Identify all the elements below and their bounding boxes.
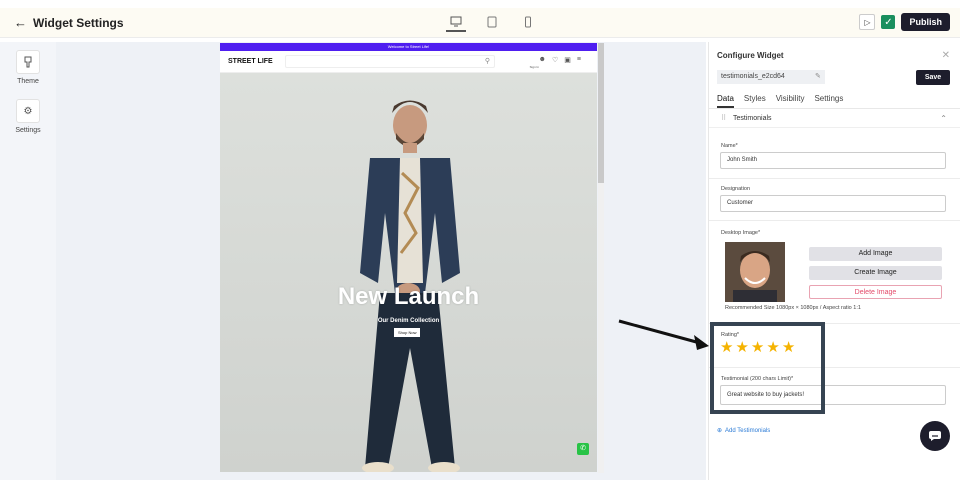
- highlight-box: [710, 322, 825, 414]
- publish-button[interactable]: Publish: [901, 13, 950, 31]
- device-switcher: [446, 12, 538, 32]
- close-icon[interactable]: ✕: [942, 50, 950, 61]
- user-icon[interactable]: ☻: [539, 56, 546, 64]
- desktop-view-icon[interactable]: [446, 12, 466, 32]
- site-preview: Welcome to Street Life! STREET LIFE ⚲ ☻ …: [220, 43, 597, 472]
- name-field[interactable]: John Smith: [720, 152, 946, 169]
- tab-visibility[interactable]: Visibility: [776, 94, 805, 108]
- testimonials-section-header[interactable]: ⠿ Testimonials ⌃: [709, 112, 960, 128]
- chevron-up-icon[interactable]: ⌃: [940, 114, 947, 123]
- whatsapp-icon[interactable]: ✆: [577, 443, 589, 455]
- annotation-arrow-icon: [618, 319, 709, 350]
- brand-logo[interactable]: STREET LIFE: [228, 58, 273, 65]
- preview-scroll-thumb[interactable]: [598, 43, 604, 183]
- sign-in-text[interactable]: Sign In: [530, 65, 539, 69]
- back-arrow-icon[interactable]: ←: [14, 15, 27, 30]
- plus-circle-icon: ⊕: [717, 428, 723, 434]
- name-label: Name*: [721, 143, 738, 149]
- tab-styles[interactable]: Styles: [744, 94, 766, 108]
- drag-handle-icon[interactable]: ⠿: [721, 114, 726, 122]
- rail-item-settings[interactable]: ⚙ Settings: [10, 99, 46, 134]
- shop-header: STREET LIFE ⚲ ☻ ♡ ▣ ≡ Sign In: [220, 51, 597, 73]
- tab-settings[interactable]: Settings: [814, 94, 843, 108]
- left-rail: Theme ⚙ Settings: [0, 42, 56, 480]
- hero-subtitle: Our Denim Collection: [377, 318, 440, 324]
- delete-image-button[interactable]: Delete Image: [809, 285, 942, 299]
- divider: [709, 220, 960, 221]
- tab-data[interactable]: Data: [717, 94, 734, 108]
- promo-bar: Welcome to Street Life!: [220, 43, 597, 51]
- hero-title: New Launch: [337, 283, 480, 310]
- search-icon: ⚲: [484, 58, 490, 65]
- heart-icon[interactable]: ♡: [552, 56, 558, 64]
- hero-banner: New Launch Our Denim Collection Shop Now: [220, 73, 597, 472]
- theme-icon: [16, 50, 40, 74]
- create-image-button[interactable]: Create Image: [809, 266, 942, 280]
- recommended-size-text: Recommended Size 1080px × 1080px / Aspec…: [725, 305, 861, 311]
- designation-label: Designation: [721, 186, 751, 192]
- rail-label-theme: Theme: [17, 78, 39, 85]
- page-title-text: Widget Settings: [33, 15, 124, 30]
- mobile-view-icon[interactable]: [518, 12, 538, 32]
- menu-icon[interactable]: ≡: [577, 56, 581, 64]
- tablet-view-icon[interactable]: [482, 12, 502, 32]
- chat-widget-button[interactable]: [920, 421, 950, 451]
- add-image-button[interactable]: Add Image: [809, 247, 942, 261]
- preview-play-icon[interactable]: ▷: [859, 14, 876, 30]
- preview-scrollbar[interactable]: [598, 43, 604, 473]
- rail-item-theme[interactable]: Theme: [10, 50, 46, 85]
- save-button[interactable]: Save: [916, 70, 950, 85]
- divider: [709, 178, 960, 179]
- designation-field[interactable]: Customer: [720, 195, 946, 212]
- cart-icon[interactable]: ▣: [564, 56, 571, 64]
- header-icons: ☻ ♡ ▣ ≡: [539, 56, 581, 64]
- chat-icon: [929, 431, 941, 441]
- tabs-divider: [709, 108, 960, 109]
- gear-icon: ⚙: [16, 99, 40, 123]
- testimonial-avatar-image: [725, 242, 785, 302]
- panel-title: Configure Widget: [717, 51, 784, 60]
- shop-now-button[interactable]: Shop Now: [394, 328, 421, 337]
- edit-pencil-icon[interactable]: ✎: [815, 72, 821, 80]
- top-actions: ▷ ✓ Publish: [859, 13, 950, 31]
- rail-label-settings: Settings: [15, 127, 41, 134]
- add-testimonials-link[interactable]: ⊕ Add Testimonials: [717, 427, 771, 435]
- check-icon[interactable]: ✓: [881, 15, 896, 29]
- section-label: Testimonials: [733, 115, 772, 122]
- panel-tabs: Data Styles Visibility Settings: [717, 94, 843, 108]
- widget-id-field[interactable]: testimonials_e2cd64: [717, 70, 825, 84]
- top-bar: ← Widget Settings ▷ ✓ Publish: [0, 8, 960, 38]
- hero-model-image: [360, 100, 460, 472]
- page-title: ← Widget Settings: [14, 15, 124, 30]
- add-testimonials-label: Add Testimonials: [725, 427, 771, 434]
- shop-search-input[interactable]: ⚲: [285, 55, 495, 68]
- desktop-image-label: Desktop Image*: [721, 230, 761, 236]
- configure-widget-panel: Configure Widget ✕ testimonials_e2cd64 ✎…: [708, 42, 960, 480]
